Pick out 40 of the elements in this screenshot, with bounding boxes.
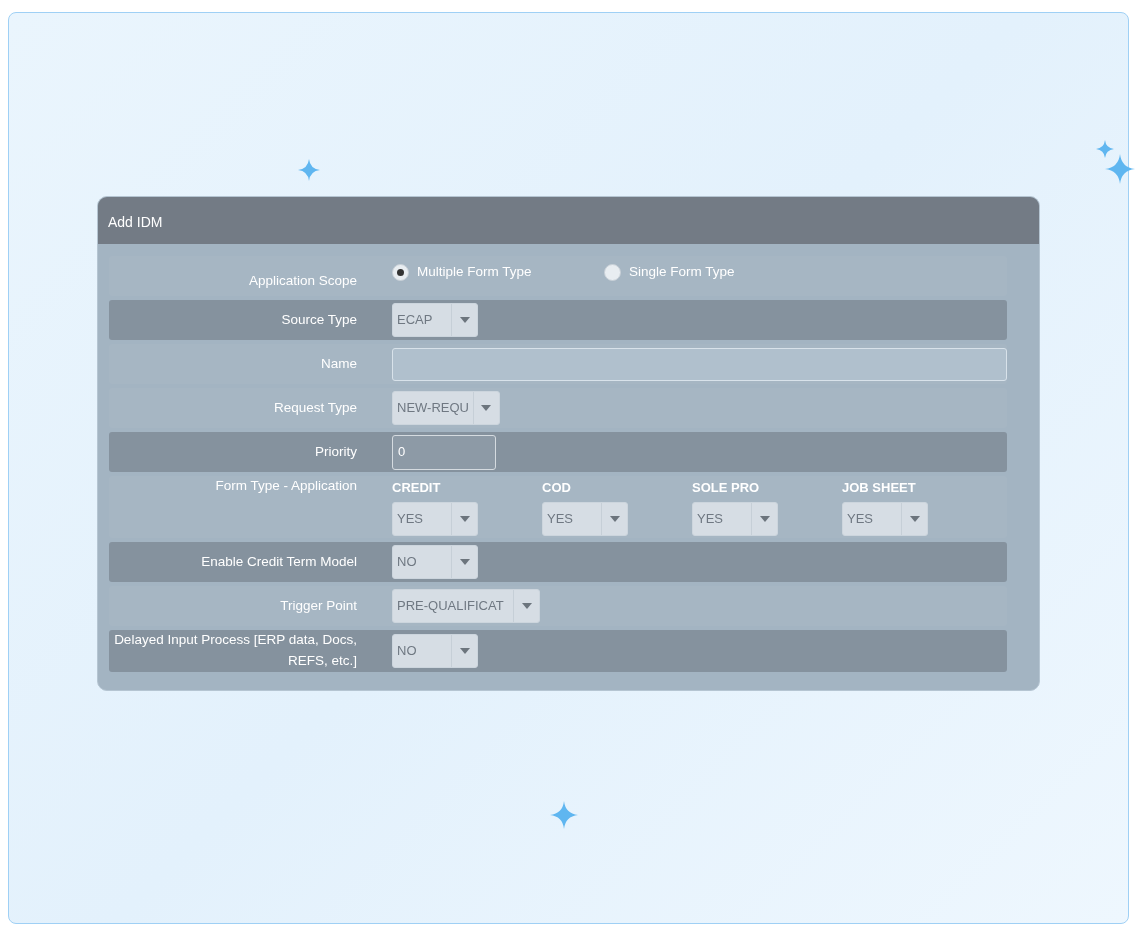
text-input-field[interactable] [392,347,1007,381]
caret-icon [459,647,470,654]
field-label[interactable]: Source Type [109,309,392,331]
caret-icon [609,515,620,522]
field-label[interactable]: Enable Credit Term Model [109,551,392,573]
field-label[interactable]: Request Type [109,397,392,419]
dropdown[interactable]: ECAP [392,303,478,337]
dropdown[interactable]: NEW-REQU [392,391,500,425]
caret-icon [459,559,470,565]
caret-icon [481,405,492,411]
field-label[interactable]: Delayed Input Process [ERP data, Docs, REFS, etc.] [109,630,392,672]
dropdown[interactable]: NO [392,633,478,668]
caret-icon [459,515,470,522]
dropdown[interactable]: YES [392,501,478,536]
field-label[interactable]: Name [109,353,392,375]
radio-button[interactable] [604,263,621,281]
caret-icon [459,317,470,323]
column-heading: JOB SHEET [842,479,917,498]
radio-label[interactable]: Multiple Form Type [417,261,532,283]
field-label[interactable]: Trigger Point [109,595,392,617]
column-heading: CREDIT [392,479,442,498]
number-input-field[interactable]: 0 [392,434,496,470]
dropdown[interactable]: PRE-QUALIFICAT [392,589,540,623]
column-heading: COD [542,479,572,498]
sparkle-icon [298,159,320,181]
field-label[interactable]: Priority [109,441,392,463]
dropdown[interactable]: YES [542,501,628,536]
dialog-title: Add IDM [108,214,163,230]
caret-icon [909,515,920,522]
field-label[interactable]: Form Type - Application [109,476,392,497]
dropdown[interactable]: YES [692,501,778,536]
dropdown[interactable]: NO [392,545,478,579]
radio-button[interactable] [392,263,409,281]
radio-label[interactable]: Single Form Type [629,261,735,283]
sparkle-icon [550,801,578,829]
field-label[interactable]: Application Scope [109,260,392,292]
column-heading: SOLE PRO [692,479,761,498]
caret-icon [521,603,532,609]
dropdown[interactable]: YES [842,501,928,536]
caret-icon [759,515,770,522]
